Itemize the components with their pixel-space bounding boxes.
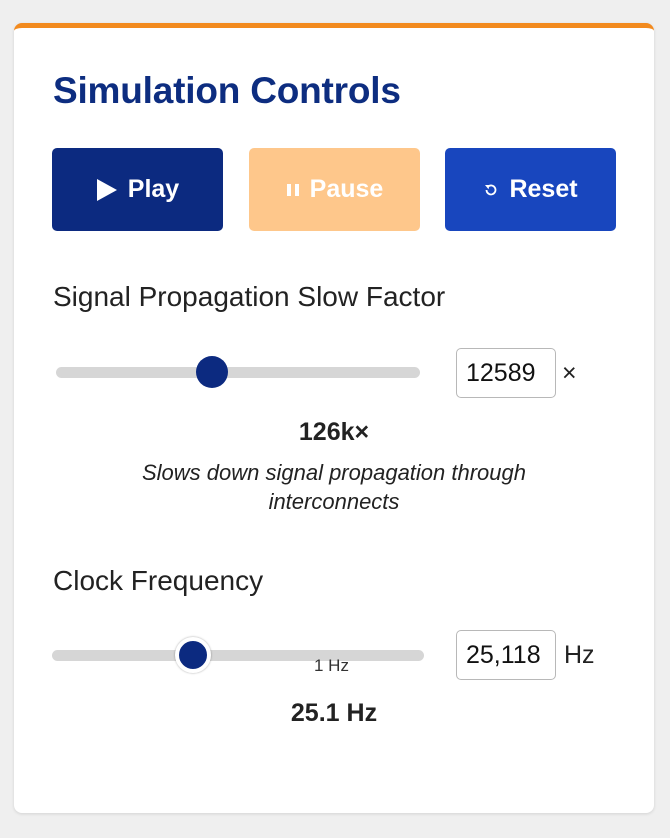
slow-factor-slider-track[interactable]: [56, 367, 420, 378]
clock-frequency-unit: Hz: [564, 641, 595, 669]
slow-factor-label: Signal Propagation Slow Factor: [53, 281, 446, 312]
clock-frequency-tick-label: 1 Hz: [314, 656, 349, 675]
clock-frequency-value: 25.1 Hz: [290, 699, 378, 727]
clock-frequency-slider-track[interactable]: [52, 650, 424, 661]
play-button-label: Play: [127, 175, 180, 203]
clock-frequency-label: Clock Frequency: [53, 565, 264, 596]
panel-title: Simulation Controls: [53, 70, 401, 111]
clock-frequency-input[interactable]: [456, 630, 556, 680]
slow-factor-unit: ×: [562, 359, 577, 387]
reset-icon: [483, 182, 499, 198]
simulation-controls-panel: Simulation Controls Play Pause Reset Sig…: [14, 23, 654, 813]
reset-button[interactable]: Reset: [445, 148, 616, 231]
slow-factor-value: 126k×: [298, 418, 370, 446]
slow-factor-slider-thumb[interactable]: [196, 356, 228, 388]
reset-button-label: Reset: [509, 175, 578, 203]
slow-factor-input[interactable]: [456, 348, 556, 398]
pause-icon: [286, 182, 300, 198]
slow-factor-help-text: Slows down signal propagation through in…: [141, 460, 527, 514]
pause-button-label: Pause: [309, 175, 384, 203]
play-button[interactable]: Play: [52, 148, 223, 231]
pause-button[interactable]: Pause: [249, 148, 420, 231]
clock-frequency-slider-thumb[interactable]: [175, 637, 211, 673]
play-icon: [96, 178, 118, 202]
